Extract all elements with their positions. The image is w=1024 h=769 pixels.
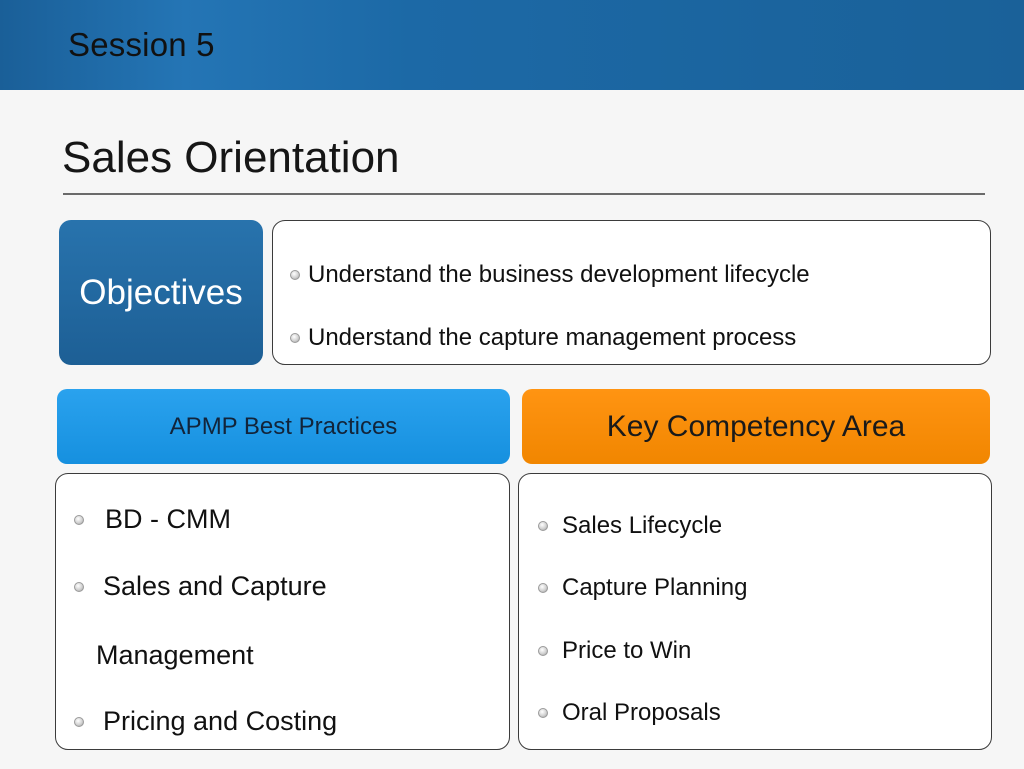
kca-item-text: Oral Proposals [562,699,721,726]
objectives-label: Objectives [79,272,243,312]
bullet-icon [74,716,84,727]
bullet-icon [538,521,548,531]
bullet-icon [74,581,84,592]
apmp-item: BD - CMM [74,504,231,535]
apmp-heading-label: APMP Best Practices [169,412,398,440]
apmp-item: Sales and Capture [74,571,327,602]
kca-item: Sales Lifecycle [538,512,722,540]
objective-text: Understand the business development life… [308,261,810,288]
session-label: Session 5 [68,26,215,63]
kca-item: Capture Planning [538,574,747,602]
objectives-box: Objectives [59,220,263,365]
title-divider [63,193,985,195]
kca-item: Oral Proposals [538,699,721,727]
apmp-item-text: Management [96,640,254,670]
apmp-item: Pricing and Costing [74,706,337,737]
apmp-heading: APMP Best Practices [57,389,510,464]
kca-panel: Sales Lifecycle Capture Planning Price t… [518,473,992,750]
apmp-item-text: Sales and Capture [103,571,327,601]
header-bar: Session 5 [0,0,1024,90]
apmp-item-text: Pricing and Costing [103,706,338,736]
bullet-icon [538,646,548,656]
bullet-icon [538,583,548,593]
objective-item: Understand the business development life… [290,261,810,289]
objective-text: Understand the capture management proces… [308,324,797,351]
apmp-panel: BD - CMM Sales and Capture Management Pr… [55,473,510,750]
kca-item: Price to Win [538,637,691,665]
page-title: Sales Orientation [62,133,400,182]
apmp-item-continuation: Management [96,640,254,671]
objective-item: Understand the capture management proces… [290,324,796,352]
objectives-panel: Understand the business development life… [272,220,991,365]
apmp-item-text: BD - CMM [105,504,231,534]
bullet-icon [290,333,300,343]
kca-heading: Key Competency Area [522,389,990,464]
bullet-icon [538,708,548,718]
bullet-icon [290,270,300,280]
kca-item-text: Capture Planning [562,574,748,601]
kca-heading-label: Key Competency Area [606,409,906,443]
kca-item-text: Price to Win [562,637,692,664]
bullet-icon [74,514,84,525]
kca-item-text: Sales Lifecycle [562,512,723,539]
